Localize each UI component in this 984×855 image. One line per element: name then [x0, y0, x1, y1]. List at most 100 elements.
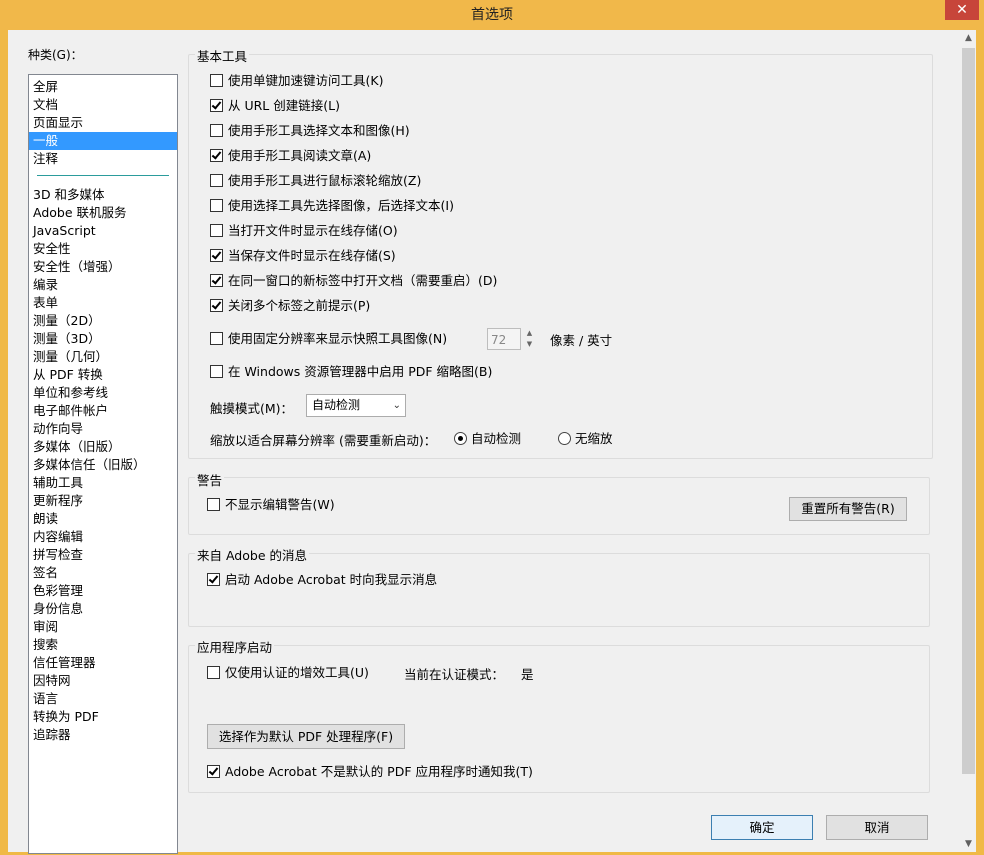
- category-item[interactable]: 动作向导: [33, 420, 83, 438]
- basic-tool-option[interactable]: 使用单键加速键访问工具(K): [210, 72, 383, 90]
- scroll-down-icon[interactable]: ▼: [961, 836, 976, 852]
- category-item[interactable]: 表单: [33, 294, 58, 312]
- category-item[interactable]: 转换为 PDF: [33, 708, 99, 726]
- scroll-up-icon[interactable]: ▲: [961, 30, 976, 46]
- category-item[interactable]: 辅助工具: [33, 474, 83, 492]
- option-label: 关闭多个标签之前提示(P): [228, 298, 371, 313]
- dont-show-warnings-checkbox[interactable]: [207, 498, 220, 511]
- notify-not-default-checkbox[interactable]: [207, 765, 220, 778]
- show-messages-checkbox[interactable]: [207, 573, 220, 586]
- option-label: 当保存文件时显示在线存储(S): [228, 248, 396, 263]
- basic-tool-option[interactable]: 使用选择工具先选择图像，后选择文本(I): [210, 197, 454, 215]
- basic-tool-option[interactable]: 使用手形工具进行鼠标滚轮缩放(Z): [210, 172, 421, 190]
- dialog-body: 种类(G)： 全屏 文档 页面显示 一般 注释 3D 和多媒体 Adobe 联机服务 Jav…: [8, 30, 976, 854]
- category-item[interactable]: 搜索: [33, 636, 58, 654]
- category-item[interactable]: 安全性（增强）: [33, 258, 121, 276]
- scaling-auto-radio[interactable]: [454, 432, 467, 445]
- basic-tool-option[interactable]: 当保存文件时显示在线存储(S): [210, 247, 396, 265]
- option-label: 从 URL 创建链接(L): [228, 98, 340, 113]
- close-button[interactable]: ✕: [945, 0, 979, 20]
- category-item[interactable]: 色彩管理: [33, 582, 83, 600]
- category-item[interactable]: 追踪器: [33, 726, 71, 744]
- category-item[interactable]: 信任管理器: [33, 654, 96, 672]
- title-bar: 首选项: [0, 0, 984, 30]
- category-item[interactable]: 安全性: [33, 240, 71, 258]
- option-checkbox[interactable]: [210, 224, 223, 237]
- option-checkbox[interactable]: [210, 274, 223, 287]
- scaling-none-radio[interactable]: [558, 432, 571, 445]
- option-label: 使用手形工具阅读文章(A): [228, 148, 372, 163]
- windows-thumbnail-checkbox[interactable]: [210, 365, 223, 378]
- category-item[interactable]: 从 PDF 转换: [33, 366, 103, 384]
- option-checkbox[interactable]: [210, 149, 223, 162]
- windows-thumbnail-option[interactable]: 在 Windows 资源管理器中启用 PDF 缩略图(B): [210, 363, 492, 381]
- option-checkbox[interactable]: [210, 124, 223, 137]
- category-item[interactable]: JavaScript: [33, 222, 96, 240]
- category-item[interactable]: 页面显示: [33, 114, 83, 132]
- category-item[interactable]: 测量（2D）: [33, 312, 101, 330]
- category-item[interactable]: 编录: [33, 276, 58, 294]
- category-item[interactable]: 文档: [33, 96, 58, 114]
- category-item[interactable]: 注释: [33, 150, 58, 168]
- scaling-auto-option[interactable]: 自动检测: [454, 430, 521, 448]
- certified-plugins-option[interactable]: 仅使用认证的增效工具(U): [207, 664, 369, 682]
- resolution-input[interactable]: 72: [487, 328, 521, 350]
- basic-tool-option[interactable]: 在同一窗口的新标签中打开文档（需要重启）(D): [210, 272, 497, 290]
- basic-tool-option[interactable]: 从 URL 创建链接(L): [210, 97, 340, 115]
- warnings-title: 警告: [195, 470, 225, 489]
- category-item[interactable]: 3D 和多媒体: [33, 186, 105, 204]
- category-separator: [37, 175, 169, 176]
- option-checkbox[interactable]: [210, 249, 223, 262]
- option-checkbox[interactable]: [210, 299, 223, 312]
- fixed-resolution-checkbox[interactable]: [210, 332, 223, 345]
- category-item[interactable]: 单位和参考线: [33, 384, 108, 402]
- category-item[interactable]: 更新程序: [33, 492, 83, 510]
- category-item[interactable]: 因特网: [33, 672, 71, 690]
- category-item[interactable]: 拼写检查: [33, 546, 83, 564]
- basic-tool-option[interactable]: 当打开文件时显示在线存储(O): [210, 222, 398, 240]
- category-item[interactable]: 测量（几何）: [33, 348, 108, 366]
- category-item[interactable]: 多媒体（旧版）: [33, 438, 121, 456]
- scroll-thumb[interactable]: [962, 48, 975, 774]
- chevron-down-icon: ⌄: [392, 400, 401, 411]
- option-checkbox[interactable]: [210, 174, 223, 187]
- dont-show-warnings-label: 不显示编辑警告(W): [225, 497, 335, 512]
- category-item[interactable]: 签名: [33, 564, 58, 582]
- category-item[interactable]: 一般: [29, 132, 177, 150]
- show-messages-option[interactable]: 启动 Adobe Acrobat 时向我显示消息: [207, 571, 437, 589]
- touch-mode-select[interactable]: 自动检测 ⌄: [306, 394, 406, 417]
- default-pdf-handler-button[interactable]: 选择作为默认 PDF 处理程序(F): [207, 724, 405, 749]
- category-item[interactable]: 全屏: [33, 78, 58, 96]
- scaling-none-option[interactable]: 无缩放: [558, 430, 613, 448]
- dont-show-warnings-option[interactable]: 不显示编辑警告(W): [207, 496, 335, 514]
- cert-mode-value: 是: [521, 667, 534, 682]
- resolution-stepper[interactable]: ▲ ▼: [523, 328, 536, 350]
- resolution-unit: 像素 / 英寸: [550, 333, 613, 348]
- category-item[interactable]: Adobe 联机服务: [33, 204, 127, 222]
- category-item[interactable]: 语言: [33, 690, 58, 708]
- category-item[interactable]: 朗读: [33, 510, 58, 528]
- option-checkbox[interactable]: [210, 74, 223, 87]
- certified-plugins-checkbox[interactable]: [207, 666, 220, 679]
- category-item[interactable]: 内容编辑: [33, 528, 83, 546]
- option-checkbox[interactable]: [210, 199, 223, 212]
- notify-not-default-option[interactable]: Adobe Acrobat 不是默认的 PDF 应用程序时通知我(T): [207, 763, 533, 781]
- category-item[interactable]: 多媒体信任（旧版）: [33, 456, 146, 474]
- category-item[interactable]: 审阅: [33, 618, 58, 636]
- notify-not-default-label: Adobe Acrobat 不是默认的 PDF 应用程序时通知我(T): [225, 764, 533, 779]
- category-item[interactable]: 电子邮件帐户: [33, 402, 108, 420]
- category-list[interactable]: 全屏 文档 页面显示 一般 注释 3D 和多媒体 Adobe 联机服务 JavaScript…: [28, 74, 178, 854]
- category-item[interactable]: 身份信息: [33, 600, 83, 618]
- fixed-resolution-option[interactable]: 使用固定分辨率来显示快照工具图像(N): [210, 330, 447, 348]
- cancel-button[interactable]: 取消: [826, 815, 928, 840]
- certified-plugins-label: 仅使用认证的增效工具(U): [225, 665, 369, 680]
- scrollbar[interactable]: ▲ ▼: [961, 30, 976, 852]
- option-label: 使用选择工具先选择图像，后选择文本(I): [228, 198, 454, 213]
- basic-tool-option[interactable]: 关闭多个标签之前提示(P): [210, 297, 370, 315]
- option-checkbox[interactable]: [210, 99, 223, 112]
- basic-tool-option[interactable]: 使用手形工具阅读文章(A): [210, 147, 371, 165]
- reset-warnings-button[interactable]: 重置所有警告(R): [789, 497, 907, 521]
- basic-tool-option[interactable]: 使用手形工具选择文本和图像(H): [210, 122, 410, 140]
- ok-button[interactable]: 确定: [711, 815, 813, 840]
- category-item[interactable]: 测量（3D）: [33, 330, 101, 348]
